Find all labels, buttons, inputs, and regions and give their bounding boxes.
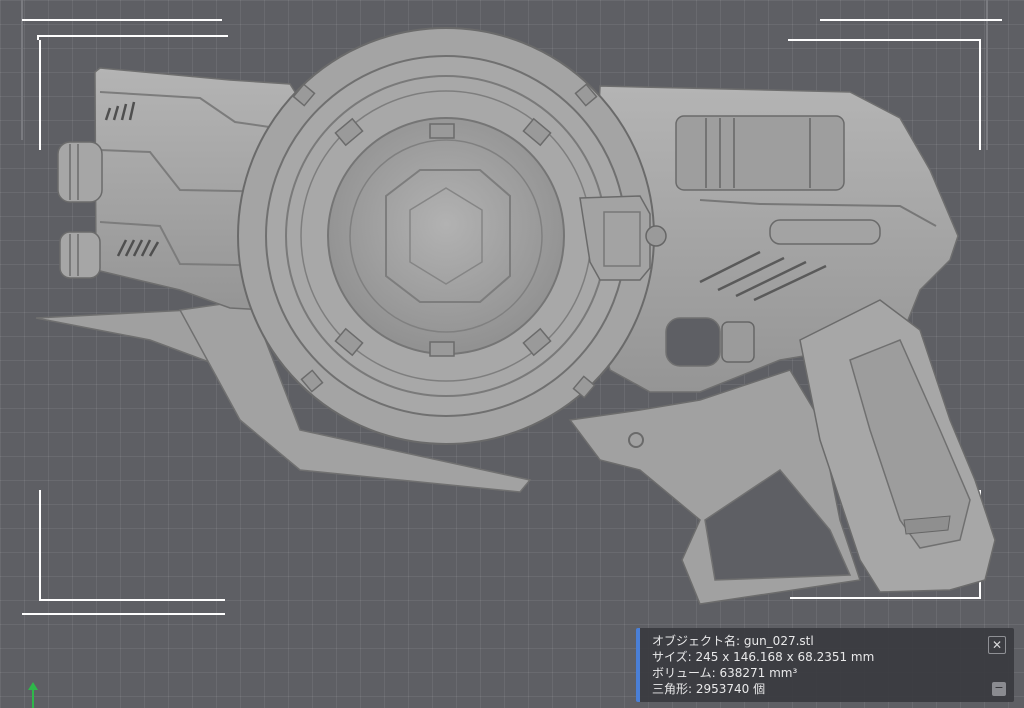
object-triangles-label: 三角形: 2953740 個 [652, 682, 766, 696]
close-icon[interactable]: ✕ [988, 636, 1006, 654]
axis-y-indicator [28, 682, 38, 708]
object-size-label: サイズ: 245 x 146.168 x 68.2351 mm [652, 650, 875, 664]
object-info-panel: オブジェクト名: gun_027.stl サイズ: 245 x 146.168 … [636, 628, 1014, 702]
viewport-scene [21, 0, 1002, 708]
object-volume-label: ボリューム: 638271 mm³ [652, 666, 798, 680]
gun-model[interactable] [35, 27, 996, 605]
object-name-label: オブジェクト名: gun_027.stl [652, 634, 814, 648]
3d-viewport[interactable]: オブジェクト名: gun_027.stl サイズ: 245 x 146.168 … [0, 0, 1024, 708]
minimize-icon[interactable]: − [992, 682, 1006, 696]
